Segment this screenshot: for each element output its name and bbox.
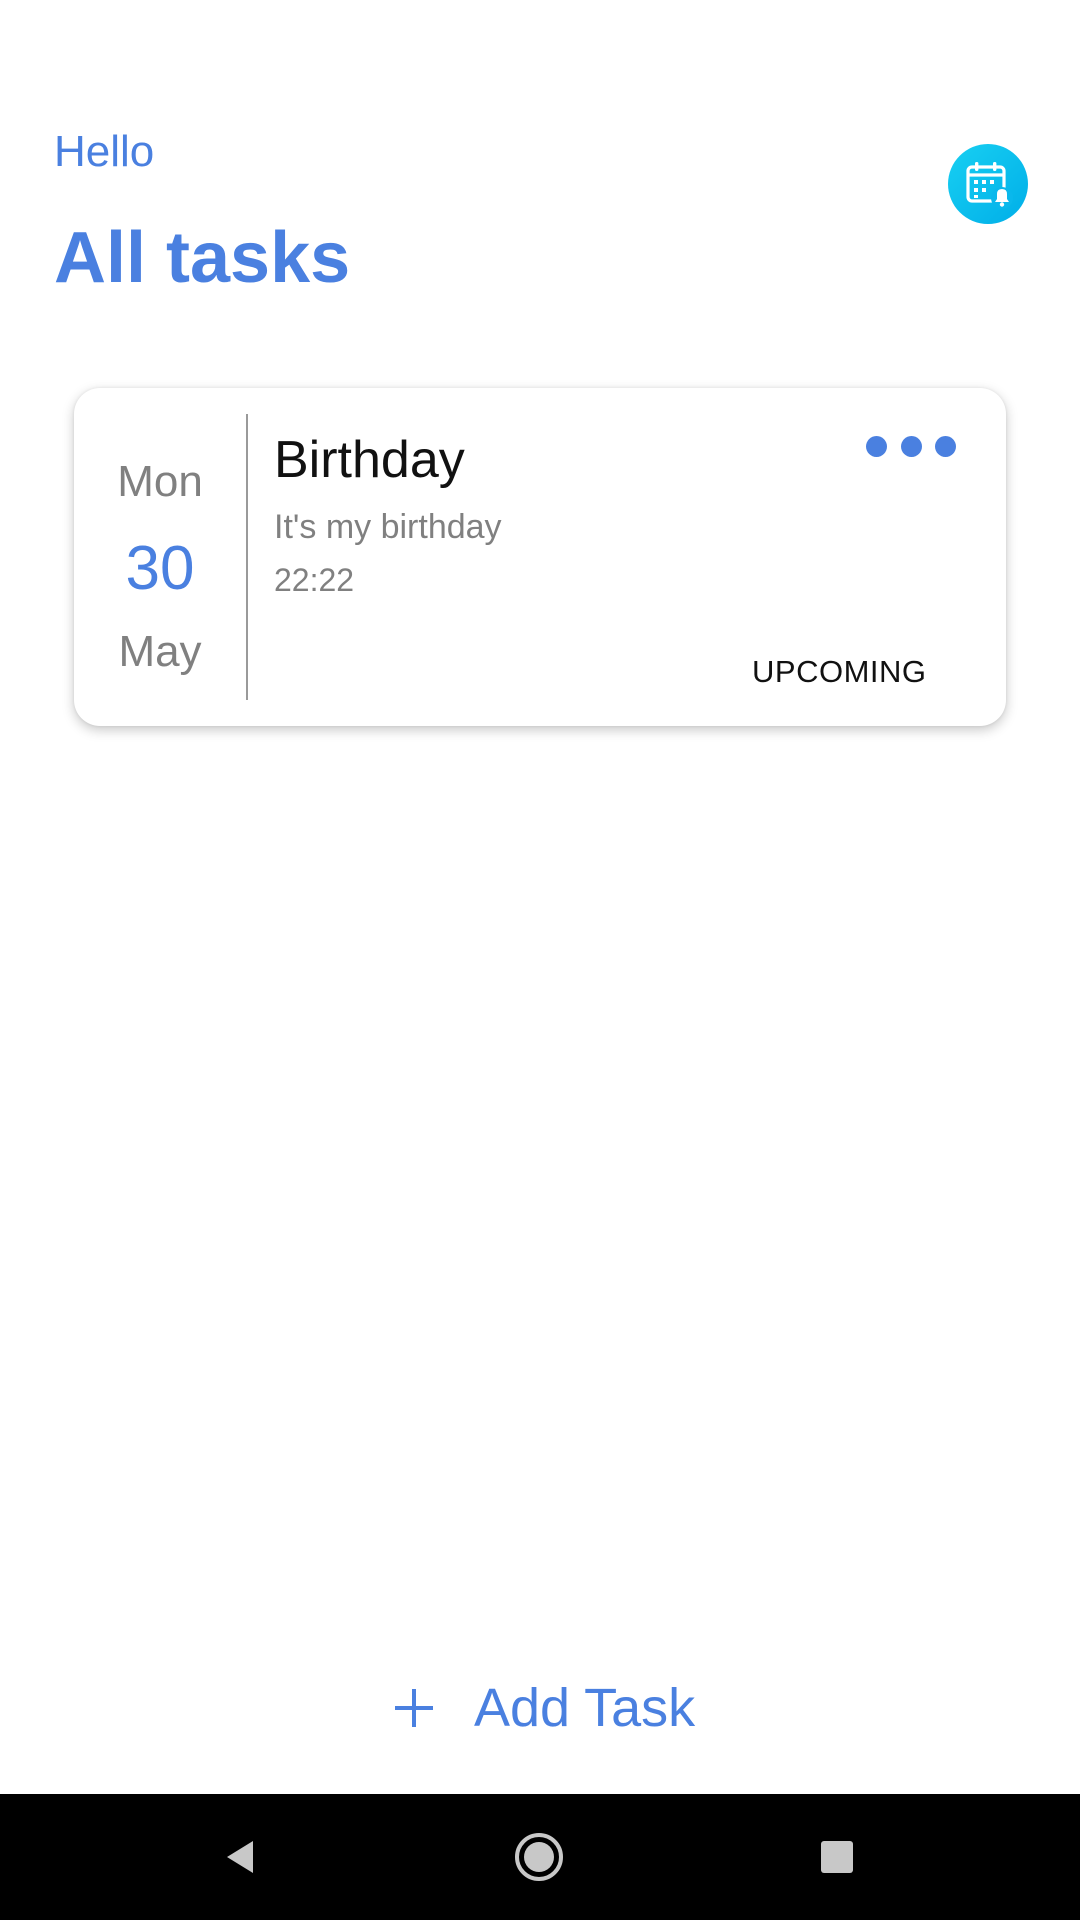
task-month: May <box>118 627 202 676</box>
system-navigation-bar <box>0 1794 1080 1920</box>
home-circle-icon[interactable] <box>504 1822 574 1892</box>
card-divider <box>246 414 248 700</box>
task-title: Birthday <box>274 431 465 489</box>
task-day-of-week: Mon <box>117 457 203 506</box>
calendar-reminder-button[interactable] <box>948 144 1028 224</box>
task-description: It's my birthday <box>274 508 502 546</box>
dot <box>866 435 887 457</box>
add-task-label: Add Task <box>474 1678 696 1738</box>
dot <box>935 435 956 457</box>
back-triangle-icon[interactable] <box>206 1822 276 1892</box>
plus-icon <box>390 1684 438 1732</box>
calendar-bell-icon <box>966 162 1013 209</box>
dot <box>900 435 922 457</box>
task-time: 22:22 <box>274 562 355 598</box>
add-task-button[interactable]: Add Task <box>390 1672 695 1744</box>
recents-square-icon[interactable] <box>802 1822 872 1892</box>
task-card[interactable]: Mon 30 May Birthday It's my birthday 22:… <box>74 388 1006 726</box>
status-badge: UPCOMING <box>752 654 927 689</box>
greeting-text: Hello <box>54 127 155 176</box>
page-title: All tasks <box>54 218 351 298</box>
task-day-number: 30 <box>125 534 195 603</box>
screen: Hello All tasks Mon 30 May Birthday It's… <box>0 0 1080 1920</box>
task-date: Mon 30 May <box>74 388 246 726</box>
more-dots-icon[interactable] <box>866 428 956 464</box>
